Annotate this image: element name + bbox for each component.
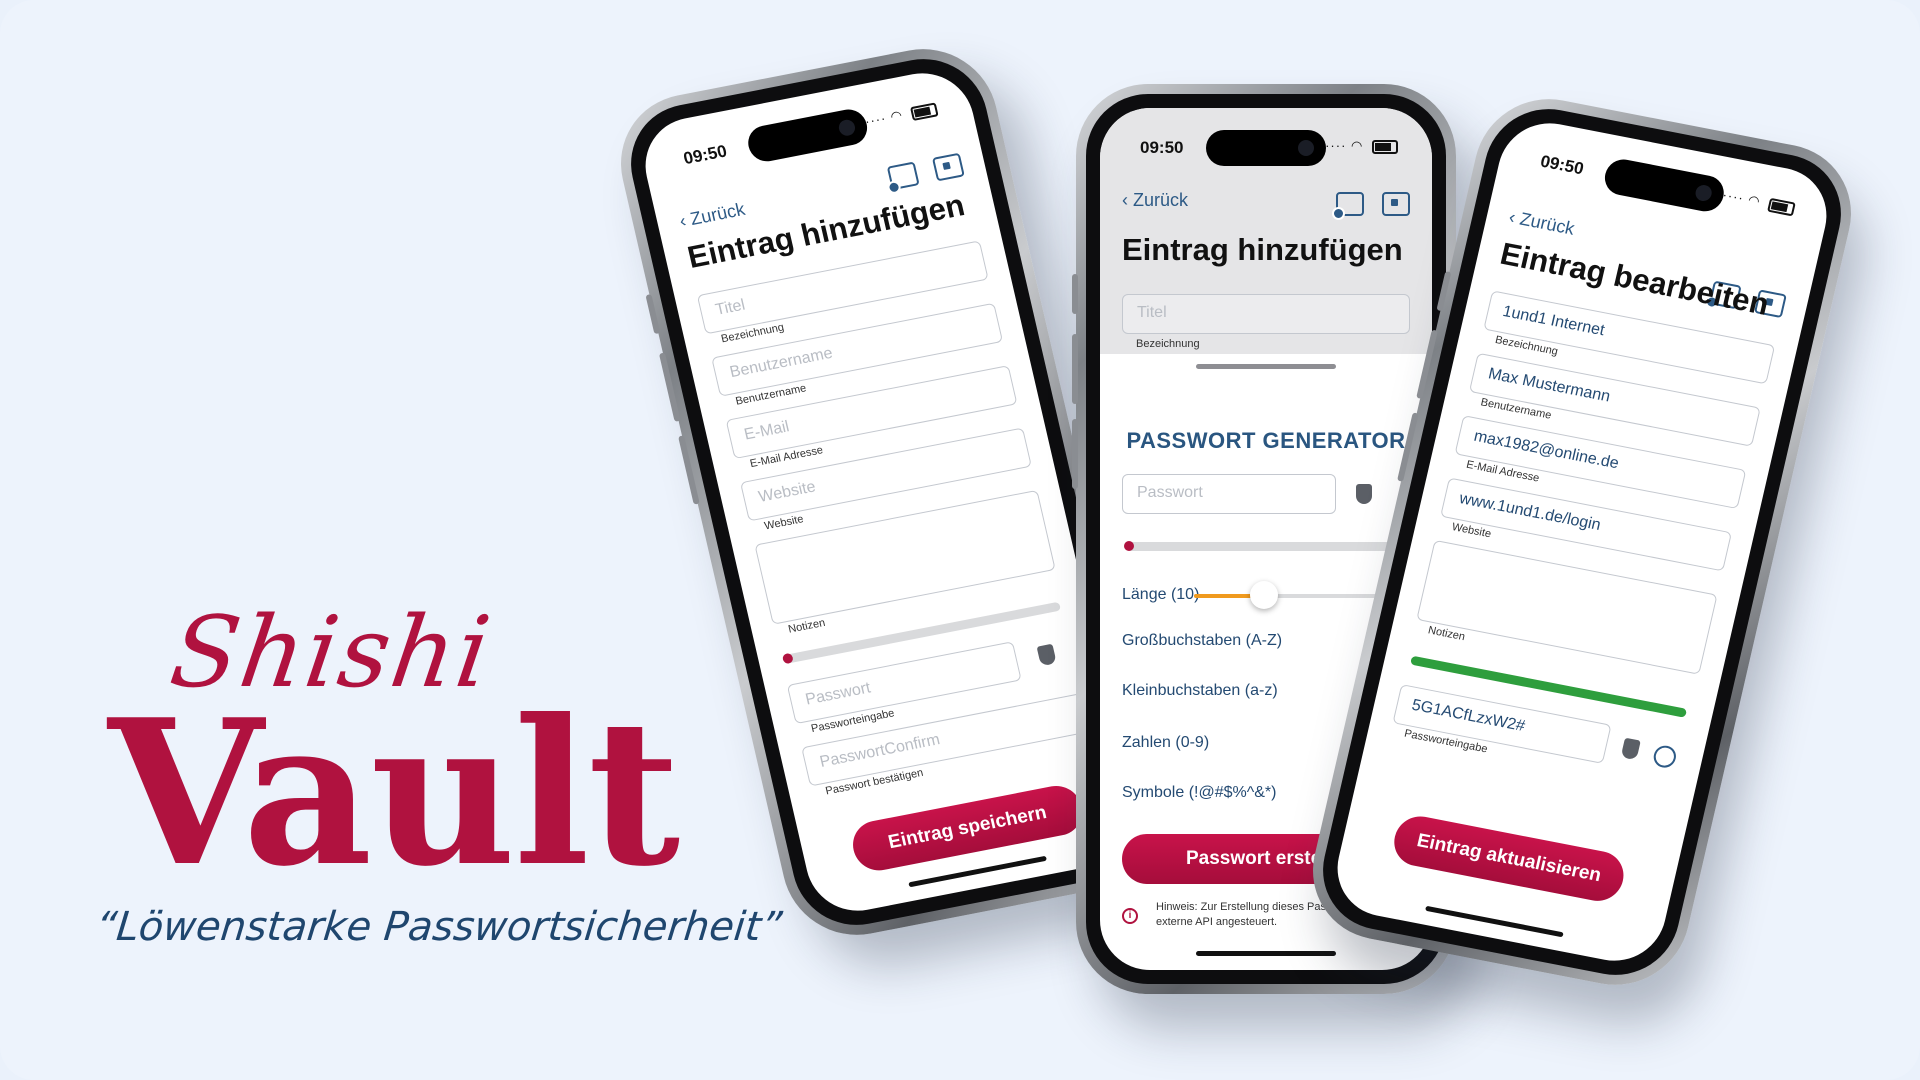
dynamic-island bbox=[744, 106, 871, 165]
home-indicator bbox=[1196, 951, 1336, 956]
dynamic-island bbox=[1601, 156, 1728, 215]
promo-canvas: Shishi Vault “Löwenstarke Passwortsicher… bbox=[0, 0, 1920, 1080]
length-slider[interactable] bbox=[1194, 581, 1402, 609]
title-field-label: Bezeichnung bbox=[1136, 338, 1200, 350]
shield-generate-icon[interactable] bbox=[1036, 643, 1057, 667]
lock-icon[interactable] bbox=[1382, 192, 1410, 216]
toolbar-icons bbox=[1322, 192, 1410, 221]
page-title: Eintrag hinzufügen bbox=[1122, 232, 1403, 267]
option-uppercase[interactable]: Großbuchstaben (A-Z) bbox=[1122, 632, 1282, 650]
lock-icon[interactable] bbox=[931, 152, 965, 182]
dynamic-island bbox=[1206, 130, 1326, 166]
status-icons: ···· ◠ bbox=[1325, 138, 1398, 154]
status-time: 09:50 bbox=[1538, 151, 1586, 179]
battery-icon bbox=[1767, 197, 1796, 217]
screen-lock-icon[interactable] bbox=[886, 161, 920, 191]
status-icons: ···· ◠ bbox=[1721, 187, 1796, 217]
signal-icon: ···· bbox=[1325, 138, 1347, 153]
brand-tagline: “Löwenstarke Passwortsicherheit” bbox=[93, 904, 785, 950]
option-symbols[interactable]: Symbole (!@#$%^&*) bbox=[1122, 784, 1276, 802]
signal-icon: ···· bbox=[1721, 186, 1746, 206]
shield-copy-icon[interactable] bbox=[1356, 484, 1372, 504]
option-lowercase[interactable]: Kleinbuchstaben (a-z) bbox=[1122, 682, 1278, 700]
info-icon: i bbox=[1122, 908, 1138, 924]
shield-generate-icon[interactable] bbox=[1620, 737, 1641, 761]
option-numbers[interactable]: Zahlen (0-9) bbox=[1122, 734, 1209, 752]
chevron-left-icon: ‹ bbox=[1122, 190, 1133, 210]
status-time: 09:50 bbox=[1140, 138, 1184, 157]
slider-knob[interactable] bbox=[1250, 581, 1278, 609]
generated-password-input[interactable]: Passwort bbox=[1122, 474, 1336, 514]
back-button[interactable]: ‹ Zurück bbox=[1122, 190, 1188, 211]
battery-icon bbox=[909, 101, 939, 121]
sheet-grabber[interactable] bbox=[1196, 364, 1336, 369]
title-input[interactable]: Titel bbox=[1122, 294, 1410, 334]
back-button[interactable]: ‹ Zurück bbox=[677, 199, 747, 232]
status-time: 09:50 bbox=[681, 141, 729, 169]
brand-name: Vault bbox=[108, 676, 680, 911]
signal-icon: ···· bbox=[863, 110, 888, 129]
status-icons: ···· ◠ bbox=[863, 100, 939, 130]
back-button[interactable]: ‹ Zurück bbox=[1507, 207, 1576, 240]
wifi-icon: ◠ bbox=[888, 107, 905, 125]
screen-lock-icon[interactable] bbox=[1331, 192, 1364, 220]
length-label: Länge (10) bbox=[1122, 586, 1200, 603]
update-entry-button[interactable]: Eintrag aktualisieren bbox=[1389, 812, 1629, 906]
generator-title: PASSWORT GENERATOR bbox=[1126, 428, 1406, 453]
wifi-icon: ◠ bbox=[1746, 191, 1763, 209]
battery-icon bbox=[1372, 139, 1398, 154]
refresh-icon[interactable] bbox=[1651, 743, 1679, 770]
save-entry-button[interactable]: Eintrag speichern bbox=[848, 781, 1088, 875]
wifi-icon: ◠ bbox=[1351, 138, 1364, 153]
